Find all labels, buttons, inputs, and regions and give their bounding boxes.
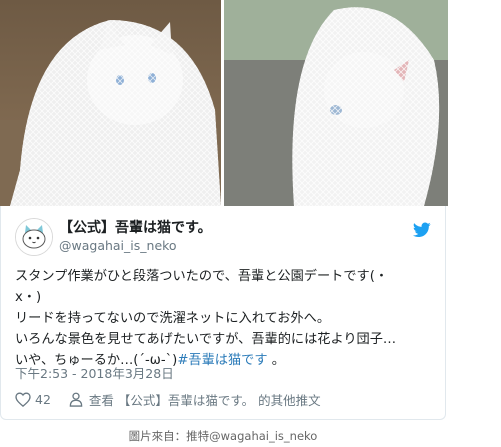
avatar-cat-icon: [16, 219, 52, 255]
image-caption: 圖片來自：推特@wagahai_is_neko: [128, 429, 318, 443]
like-count[interactable]: 42: [35, 392, 51, 407]
tweet-card: 【公式】吾輩は猫です。 @wagahai_is_neko スタンプ作業がひと段落…: [0, 206, 446, 420]
tweet-text: スタンプ作業がひと段落ついたので、吾輩と公園デートです(・ x・) リードを持っ…: [15, 266, 439, 371]
photo-cat-in-net-2[interactable]: [224, 0, 448, 206]
tweet-actions: 42 查看 【公式】吾輩は猫です。 的其他推文: [15, 390, 321, 409]
twitter-bird-icon[interactable]: [413, 222, 431, 238]
hashtag-link[interactable]: #吾輩は猫です: [177, 353, 267, 368]
person-icon: [69, 392, 83, 407]
tweet-tail: 。: [267, 353, 285, 368]
heart-icon[interactable]: [15, 392, 31, 407]
tweet-header: 【公式】吾輩は猫です。 @wagahai_is_neko: [15, 218, 212, 256]
user-handle[interactable]: @wagahai_is_neko: [59, 238, 212, 254]
display-name[interactable]: 【公式】吾輩は猫です。: [59, 220, 212, 238]
avatar[interactable]: [15, 218, 53, 256]
tweet-photos[interactable]: [0, 0, 448, 206]
view-more-tweets-link[interactable]: 查看 【公式】吾輩は猫です。 的其他推文: [89, 390, 321, 409]
tweet-timestamp[interactable]: 下午2:53 - 2018年3月28日: [15, 363, 174, 382]
photo-cat-in-net-1[interactable]: [0, 0, 221, 206]
